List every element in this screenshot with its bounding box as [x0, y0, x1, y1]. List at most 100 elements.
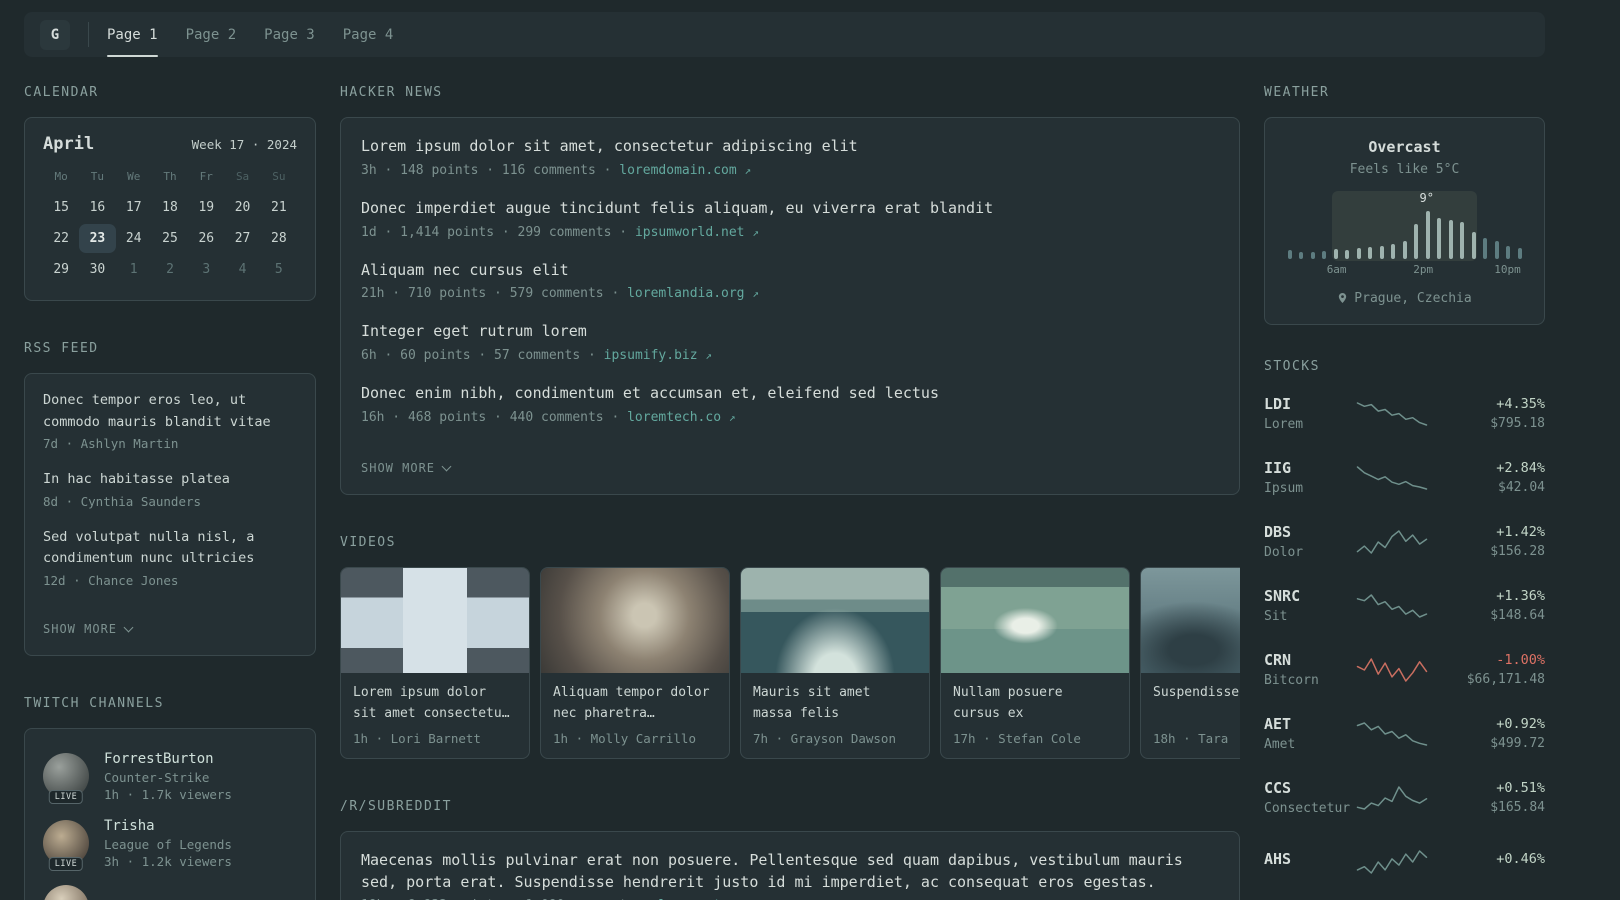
tab-page-2[interactable]: Page 2	[186, 12, 237, 57]
video-title[interactable]: Mauris sit amet massa felis	[753, 683, 917, 725]
weather-location-label: Prague, Czechia	[1354, 291, 1472, 306]
stock-ticker[interactable]: IIG	[1264, 459, 1356, 477]
hn-item-title[interactable]: Donec imperdiet augue tincidunt felis al…	[361, 198, 1219, 220]
dashboard-app: G Page 1 Page 2 Page 3 Page 4 CALENDAR A…	[0, 0, 1620, 900]
stock-row[interactable]: CCS Consectetur +0.51% $165.84	[1264, 775, 1545, 819]
rss-item-title[interactable]: Donec tempor eros leo, ut commodo mauris…	[43, 390, 297, 433]
nav-divider	[88, 22, 89, 47]
calendar-day: 29	[53, 262, 69, 277]
stock-ticker[interactable]: AHS	[1264, 850, 1356, 868]
hn-item-title[interactable]: Lorem ipsum dolor sit amet, consectetur …	[361, 136, 1219, 158]
calendar-day-next-month: 4	[238, 262, 247, 277]
video-title[interactable]: Lorem ipsum dolor sit amet consectetu…	[353, 683, 517, 725]
external-link-icon: ↗	[752, 225, 759, 239]
tab-page-4[interactable]: Page 4	[343, 12, 394, 57]
stock-price: $148.64	[1490, 607, 1545, 623]
stock-sparkline	[1356, 398, 1428, 428]
twitch-channel-row[interactable]: LIVE ForrestBurton Counter-Strike 1h · 1…	[43, 751, 297, 805]
stock-row[interactable]: DBS Dolor +1.42% $156.28	[1264, 519, 1545, 563]
stock-row[interactable]: LDI Lorem +4.35% $795.18	[1264, 391, 1545, 435]
stock-change: +0.46%	[1496, 851, 1545, 867]
stock-row[interactable]: CRN Bitcorn -1.00% $66,171.48	[1264, 647, 1545, 691]
video-card[interactable]: Suspendisse diam 18h · Tara	[1140, 566, 1240, 759]
hn-item-domain-link[interactable]: loremlandia.org ↗	[627, 286, 759, 301]
avatar: LIVE	[43, 753, 89, 805]
hn-item-domain-link[interactable]: loremtech.co ↗	[627, 410, 735, 425]
hn-show-more-button[interactable]: SHOW MORE	[361, 461, 452, 475]
stock-change: -1.00%	[1496, 651, 1545, 668]
calendar-day: 16	[89, 200, 106, 215]
video-title[interactable]: Nullam posuere cursus ex	[953, 683, 1117, 725]
stock-row[interactable]: SNRC Sit +1.36% $148.64	[1264, 583, 1545, 627]
hn-item-stats: 6h · 60 points · 57 comments ·	[361, 348, 596, 363]
hn-item-stats: 3h · 148 points · 116 comments ·	[361, 162, 612, 178]
twitch-channel-name[interactable]: Trisha	[104, 818, 232, 834]
twitch-channel-name[interactable]: ForrestBurton	[104, 751, 232, 767]
calendar-widget: CALENDAR April Week 17 · 2024 Mo Tu We T…	[24, 85, 316, 301]
stock-ticker[interactable]: SNRC	[1264, 587, 1356, 605]
weather-bars	[1287, 211, 1522, 259]
video-thumbnail[interactable]	[341, 567, 529, 673]
stock-sparkline	[1356, 526, 1428, 556]
stock-ticker[interactable]: AET	[1264, 715, 1356, 733]
video-title[interactable]: Aliquam tempor dolor nec pharetra…	[553, 683, 717, 725]
twitch-channel-row[interactable]: LIVE Trisha League of Legends 3h · 1.2k …	[43, 818, 297, 872]
subreddit-post-title[interactable]: Maecenas mollis pulvinar erat non posuer…	[361, 850, 1219, 894]
subreddit-widget-title: /R/SUBREDDIT	[340, 798, 452, 814]
chevron-down-icon	[123, 622, 134, 633]
external-link-icon: ↗	[744, 163, 752, 177]
calendar-day: 28	[271, 231, 287, 246]
rss-item-title[interactable]: In hac habitasse platea	[43, 469, 297, 491]
hn-item-domain: loremdomain.com	[619, 162, 737, 178]
rss-item: In hac habitasse platea 8d · Cynthia Sau…	[43, 469, 297, 509]
hn-item-domain-link[interactable]: loremdomain.com ↗	[619, 163, 751, 178]
rss-item: Sed volutpat nulla nisl, a condimentum n…	[43, 527, 297, 588]
stock-row[interactable]: IIG Ipsum +2.84% $42.04	[1264, 455, 1545, 499]
hn-item-domain: loremlandia.org	[627, 286, 745, 302]
stock-row[interactable]: AET Amet +0.92% $499.72	[1264, 711, 1545, 755]
subreddit-card: Maecenas mollis pulvinar erat non posuer…	[340, 830, 1240, 900]
top-nav-bar: G Page 1 Page 2 Page 3 Page 4	[24, 12, 1545, 57]
video-thumbnail[interactable]	[541, 567, 729, 673]
video-card[interactable]: Mauris sit amet massa felis 7h · Grayson…	[740, 566, 930, 759]
twitch-card: LIVE ForrestBurton Counter-Strike 1h · 1…	[24, 727, 316, 900]
video-thumbnail[interactable]	[941, 567, 1129, 673]
stock-ticker[interactable]: LDI	[1264, 395, 1356, 413]
video-card[interactable]: Lorem ipsum dolor sit amet consectetu… 1…	[340, 566, 530, 759]
video-meta: 18h · Tara	[1153, 730, 1229, 746]
video-thumbnail[interactable]	[741, 567, 929, 673]
stock-price: $165.84	[1490, 799, 1545, 815]
stock-row[interactable]: AHS +0.46%	[1264, 839, 1545, 883]
tab-page-1[interactable]: Page 1	[107, 12, 158, 57]
video-card[interactable]: Nullam posuere cursus ex 17h · Stefan Co…	[940, 566, 1130, 759]
twitch-widget: TWITCH CHANNELS LIVE ForrestBurton Count…	[24, 696, 316, 900]
weather-time-labels: 6am 2pm 10pm	[1288, 263, 1522, 277]
stock-ticker[interactable]: DBS	[1264, 523, 1356, 541]
twitch-channel-row[interactable]: KendallCarr	[43, 884, 297, 900]
rss-item: Donec tempor eros leo, ut commodo mauris…	[43, 390, 297, 451]
rss-item-title[interactable]: Sed volutpat nulla nisl, a condimentum n…	[43, 527, 297, 570]
stock-name: Dolor	[1264, 544, 1304, 560]
video-title[interactable]: Suspendisse diam	[1153, 683, 1240, 725]
hn-item-domain-link[interactable]: ipsumify.biz ↗	[604, 348, 712, 363]
calendar-day: 22	[53, 231, 69, 246]
calendar-day-next-month: 2	[166, 262, 174, 277]
stock-sparkline	[1356, 590, 1428, 620]
hn-item-title[interactable]: Donec enim nibh, condimentum et accumsan…	[361, 383, 1219, 405]
app-logo[interactable]: G	[40, 19, 70, 50]
rss-show-more-button[interactable]: SHOW MORE	[43, 622, 134, 636]
tab-page-3[interactable]: Page 3	[264, 12, 315, 57]
live-badge: LIVE	[48, 790, 84, 805]
hn-item-title[interactable]: Integer eget rutrum lorem	[361, 321, 1219, 343]
chevron-down-icon	[441, 461, 452, 472]
location-pin-icon	[1339, 293, 1347, 304]
video-thumbnail[interactable]	[1141, 567, 1240, 673]
video-card[interactable]: Aliquam tempor dolor nec pharetra… 1h · …	[540, 566, 730, 759]
calendar-day: 24	[125, 231, 142, 246]
stock-ticker[interactable]: CRN	[1264, 651, 1356, 669]
hn-item-title[interactable]: Aliquam nec cursus elit	[361, 260, 1219, 282]
hn-item-domain-link[interactable]: ipsumworld.net ↗	[635, 225, 759, 240]
stock-ticker[interactable]: CCS	[1264, 779, 1356, 797]
hn-item: Integer eget rutrum lorem 6h · 60 points…	[361, 321, 1219, 363]
videos-widget-title: VIDEOS	[340, 534, 396, 550]
